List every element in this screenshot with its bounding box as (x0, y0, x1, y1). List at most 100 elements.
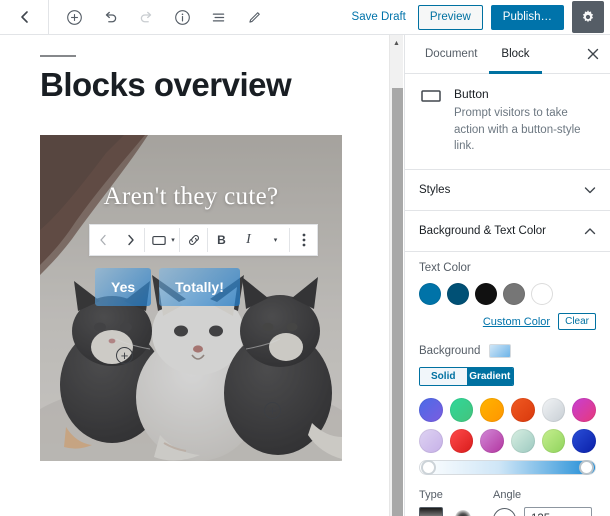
link-icon (188, 235, 199, 246)
text-color-swatch-1[interactable] (447, 283, 469, 306)
linear-gradient-option[interactable] (419, 507, 443, 516)
close-sidebar-button[interactable] (576, 35, 610, 74)
gradient-swatch-0-3[interactable] (511, 398, 535, 423)
button-block-icon (151, 235, 166, 245)
gradient-swatch-1-0[interactable] (419, 429, 443, 454)
gradient-swatch-1-4[interactable] (541, 429, 566, 454)
clear-color-button[interactable]: Clear (558, 313, 596, 331)
background-header-row: Background (419, 344, 596, 359)
radial-gradient-option[interactable] (455, 510, 471, 516)
pencil-glyph (248, 11, 260, 23)
gradient-swatch-0-5[interactable] (572, 398, 597, 423)
settings-sidebar: Document Block Button Prompt visitors to… (404, 35, 610, 516)
panel-background-text-color[interactable]: Background & Text Color (405, 211, 610, 253)
editor-scrollbar[interactable]: ▲ (389, 35, 403, 516)
gradient-controls-row: Type Angle (419, 489, 596, 516)
panel-bgcolor-title: Background & Text Color (419, 225, 546, 238)
cover-button-yes[interactable]: Yes (95, 268, 152, 307)
text-color-swatch-3[interactable] (503, 283, 525, 306)
publish-button[interactable]: Publish… (490, 4, 564, 30)
back-button[interactable] (0, 0, 48, 34)
gradient-swatch-1-1[interactable] (449, 429, 474, 454)
cover-block[interactable]: Aren't they cute? ▾ B I ▾ Yes Totally! +… (40, 135, 342, 462)
tab-block[interactable]: Block (489, 35, 541, 74)
undo-icon[interactable] (95, 2, 125, 32)
save-draft-button[interactable]: Save Draft (340, 11, 418, 23)
text-color-label: Text Color (419, 262, 471, 275)
chevron-left-icon (20, 11, 28, 23)
block-type-caret-icon[interactable]: ▾ (167, 236, 179, 244)
background-text-color-body: Text Color Custom Color Clear Background… (405, 252, 610, 516)
undo-glyph (105, 11, 116, 22)
editor-top-bar: Save Draft Preview Publish… (0, 0, 610, 35)
scroll-up-arrow[interactable]: ▲ (390, 35, 403, 51)
kebab-menu-icon (302, 233, 305, 247)
gradient-swatch-1-5[interactable] (572, 429, 597, 454)
cover-heading[interactable]: Aren't they cute? (40, 183, 342, 211)
tab-document[interactable]: Document (413, 35, 489, 74)
segment-solid[interactable]: Solid (420, 368, 467, 386)
gradient-swatch-0-4[interactable] (541, 398, 566, 423)
bold-button[interactable]: B (208, 225, 235, 256)
text-color-swatches (419, 283, 596, 306)
link-button[interactable] (180, 225, 207, 256)
list-view-glyph (212, 13, 224, 21)
title-rule (40, 55, 76, 57)
block-card-text: Button Prompt visitors to take action wi… (454, 87, 596, 155)
buttons-block: Yes Totally! (95, 268, 240, 307)
angle-input[interactable] (524, 507, 592, 516)
button-block-icon (419, 87, 443, 107)
add-block-icon[interactable] (59, 2, 89, 32)
gradient-row-2 (419, 429, 597, 454)
more-formatting-caret-icon[interactable]: ▾ (262, 225, 289, 256)
gradient-row-1 (419, 398, 597, 423)
angle-control: Angle (493, 489, 592, 516)
type-control: Type (419, 489, 471, 516)
add-block-glyph (66, 9, 82, 25)
angle-label: Angle (493, 489, 522, 502)
edit-pencil-icon[interactable] (239, 2, 269, 32)
more-options-button[interactable] (290, 225, 317, 256)
block-toolbar: ▾ B I ▾ (89, 224, 318, 257)
gear-icon (582, 10, 594, 23)
italic-button[interactable]: I (235, 225, 262, 256)
panel-styles[interactable]: Styles (405, 170, 610, 212)
editor-tools-group (49, 2, 269, 32)
list-view-icon[interactable] (203, 2, 233, 32)
text-color-swatch-0[interactable] (419, 283, 441, 306)
background-preview-swatch[interactable] (489, 344, 512, 359)
button-block-glyph (421, 90, 441, 102)
info-glyph (174, 9, 190, 25)
gradient-stop-handle-start[interactable] (421, 460, 436, 476)
page-title[interactable]: Blocks overview (40, 66, 349, 103)
preview-button[interactable]: Preview (417, 4, 483, 30)
gradient-swatch-0-1[interactable] (449, 398, 474, 423)
segment-gradient[interactable]: Gradient (466, 368, 513, 386)
move-left-button[interactable] (90, 225, 117, 256)
move-right-button[interactable] (117, 225, 144, 256)
sidebar-tabs: Document Block (405, 35, 610, 74)
redo-glyph (140, 11, 151, 22)
gradient-swatch-0-2[interactable] (480, 398, 505, 423)
settings-button[interactable] (572, 1, 604, 33)
gradient-palette (419, 398, 597, 454)
gradient-swatch-0-0[interactable] (419, 398, 443, 423)
wordpress-block-editor: Save Draft Preview Publish… Blocks overv… (0, 0, 610, 516)
angle-controls (493, 507, 592, 516)
gradient-swatch-1-2[interactable] (480, 429, 505, 454)
cover-button-totally[interactable]: Totally! (159, 268, 240, 307)
scrollbar-thumb[interactable] (392, 88, 403, 516)
custom-color-link[interactable]: Custom Color (483, 316, 550, 328)
angle-dial-icon[interactable] (493, 507, 516, 516)
close-icon (587, 48, 599, 60)
block-card-description: Prompt visitors to take action with a bu… (454, 107, 581, 153)
text-color-swatch-2[interactable] (475, 283, 497, 306)
gradient-stop-handle-end[interactable] (579, 460, 594, 476)
info-icon[interactable] (167, 2, 197, 32)
block-card-title: Button (454, 87, 489, 101)
panel-styles-title: Styles (419, 184, 451, 197)
gradient-slider[interactable] (419, 460, 596, 476)
gradient-swatch-1-3[interactable] (511, 429, 535, 454)
selected-block-card: Button Prompt visitors to take action wi… (405, 74, 610, 171)
text-color-swatch-4[interactable] (531, 283, 553, 306)
